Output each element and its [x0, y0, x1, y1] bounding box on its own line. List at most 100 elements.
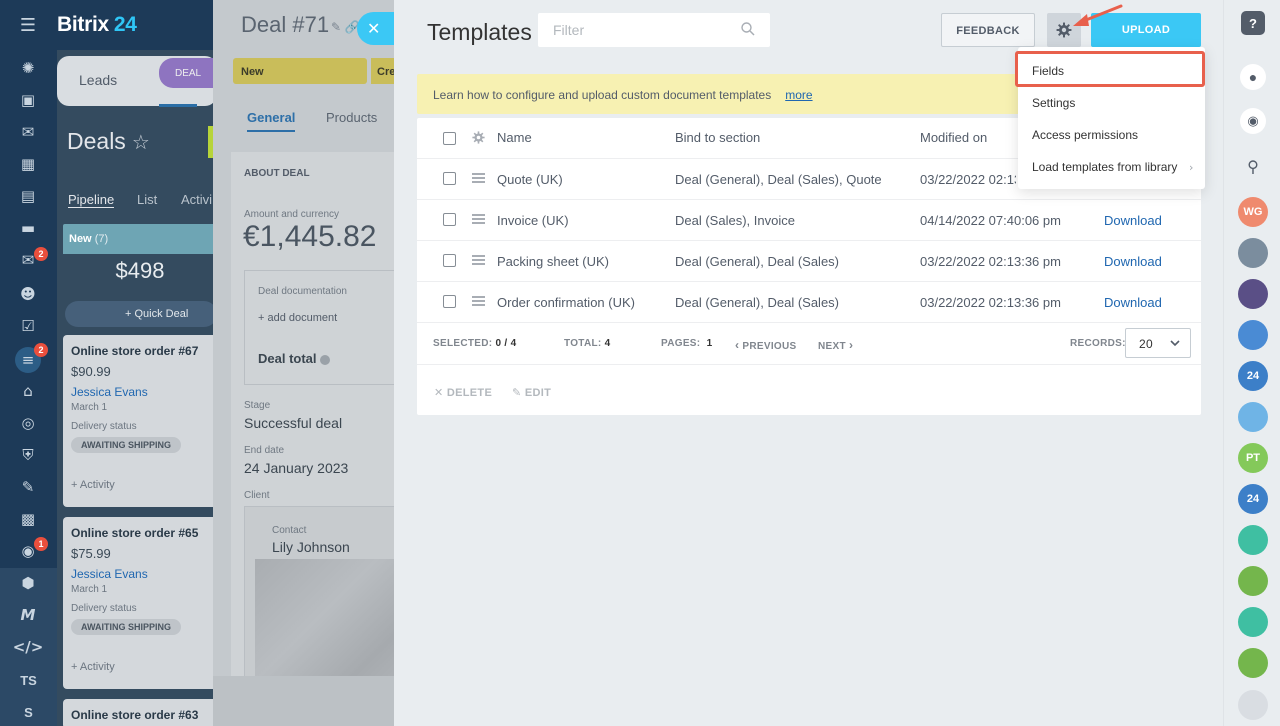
avatar[interactable] — [1238, 525, 1268, 555]
help-icon[interactable]: ? — [1241, 11, 1265, 35]
column-settings-icon[interactable] — [472, 131, 485, 144]
nav-documents-icon[interactable]: ▤ — [15, 185, 41, 207]
nav-box-icon[interactable]: ⬢ — [15, 572, 41, 594]
card-title[interactable]: Online store order #67 — [71, 344, 217, 358]
avatar[interactable]: PT — [1238, 443, 1268, 473]
deal-card[interactable]: Online store order #65 $75.99 Jessica Ev… — [63, 517, 217, 689]
deal-title: Deal #71 — [241, 12, 330, 37]
nav-code-icon[interactable]: </> — [13, 636, 44, 658]
star-icon[interactable]: ☆ — [132, 132, 150, 154]
menu-item-settings[interactable]: Settings — [1032, 96, 1075, 110]
avatar[interactable] — [1238, 320, 1268, 350]
table-row[interactable]: Invoice (UK) Deal (Sales), Invoice 04/14… — [417, 200, 1201, 241]
nav-calendar-icon[interactable]: ▦ — [15, 153, 41, 175]
row-checkbox[interactable] — [443, 213, 456, 226]
select-all-checkbox[interactable] — [443, 132, 456, 145]
header-name[interactable]: Name — [497, 130, 532, 145]
deal-tab-underline — [159, 104, 197, 107]
edit-button[interactable]: ✎ EDIT — [512, 386, 551, 399]
table-row[interactable]: Packing sheet (UK) Deal (General), Deal … — [417, 241, 1201, 282]
header-bind-section[interactable]: Bind to section — [675, 130, 760, 145]
quick-deal-button[interactable]: + Quick Deal — [65, 301, 217, 327]
row-checkbox[interactable] — [443, 254, 456, 267]
total-count: TOTAL: 4 — [564, 338, 611, 349]
avatar[interactable]: 24 — [1238, 484, 1268, 514]
header-modified[interactable]: Modified on — [920, 130, 987, 145]
avatar-group[interactable] — [1238, 690, 1268, 720]
nav-cart-icon[interactable]: ⛨ — [15, 444, 41, 466]
search-icon[interactable]: ⚲ — [1240, 154, 1266, 180]
stage-new[interactable]: New — [233, 58, 367, 84]
card-add-activity[interactable]: + Activity — [71, 479, 217, 491]
table-row[interactable]: Order confirmation (UK) Deal (General), … — [417, 282, 1201, 323]
row-checkbox[interactable] — [443, 295, 456, 308]
nav-card-icon[interactable]: ▩ — [15, 508, 41, 530]
card-contact[interactable]: Jessica Evans — [71, 567, 217, 581]
avatar[interactable] — [1238, 238, 1268, 268]
nav-market-icon[interactable]: M — [15, 604, 41, 626]
stage-next[interactable]: Cre — [371, 58, 394, 84]
avatar[interactable]: 24 — [1238, 361, 1268, 391]
avatar[interactable] — [1238, 648, 1268, 678]
row-modified: 03/22/2022 02:13:36 pm — [920, 295, 1061, 310]
delete-button[interactable]: ✕ DELETE — [434, 386, 492, 399]
bell-icon[interactable]: ● — [1240, 64, 1266, 90]
avatar[interactable] — [1238, 607, 1268, 637]
avatar[interactable] — [1238, 566, 1268, 596]
nav-user-s[interactable]: S — [0, 705, 57, 720]
menu-item-load-library[interactable]: Load templates from library — [1032, 160, 1177, 174]
menu-item-fields[interactable]: Fields — [1032, 64, 1064, 78]
filter-input[interactable] — [538, 13, 738, 47]
nav-target-icon[interactable]: ◎ — [15, 412, 41, 434]
deal-card[interactable]: Online store order #63 — [63, 699, 217, 726]
next-page-button[interactable]: NEXT › — [818, 338, 853, 352]
records-select[interactable]: 20 — [1125, 328, 1191, 358]
nav-drive-icon[interactable]: ▬ — [15, 217, 41, 239]
avatar[interactable] — [1238, 279, 1268, 309]
tab-products[interactable]: Products — [326, 110, 377, 125]
search-icon[interactable] — [740, 21, 756, 37]
avatar[interactable]: WG — [1238, 197, 1268, 227]
nav-bank-icon[interactable]: ⌂ — [15, 380, 41, 402]
row-name: Invoice (UK) — [497, 213, 569, 228]
contact-name[interactable]: Lily Johnson — [272, 539, 350, 555]
subtab-pipeline[interactable]: Pipeline — [68, 192, 115, 208]
feedback-button[interactable]: FEEDBACK — [941, 13, 1035, 47]
drag-handle-icon[interactable] — [472, 255, 485, 265]
menu-icon[interactable]: ☰ — [15, 14, 41, 36]
brand-logo[interactable]: Bitrix 24 — [57, 13, 137, 37]
subtab-activities[interactable]: Activi — [181, 192, 212, 207]
nav-contacts-icon[interactable]: ☻ — [15, 283, 41, 305]
avatar[interactable] — [1238, 402, 1268, 432]
drag-handle-icon[interactable] — [472, 173, 485, 183]
nav-tasks-icon[interactable]: ▣ — [15, 89, 41, 111]
next-label: NEXT — [818, 341, 846, 352]
row-download-link[interactable]: Download — [1104, 213, 1162, 228]
row-checkbox[interactable] — [443, 172, 456, 185]
row-download-link[interactable]: Download — [1104, 254, 1162, 269]
previous-page-button[interactable]: ‹ PREVIOUS — [735, 338, 796, 352]
pencil-icon[interactable]: ✎ — [331, 20, 341, 34]
banner-more-link[interactable]: more — [785, 88, 812, 102]
nav-checklist-icon[interactable]: ☑ — [15, 315, 41, 337]
close-icon[interactable]: ✕ — [357, 12, 394, 45]
selected-label: SELECTED: — [433, 338, 493, 349]
subtab-list[interactable]: List — [137, 192, 157, 207]
nav-feed-icon[interactable]: ✺ — [15, 57, 41, 79]
nav-sign-icon[interactable]: ✎ — [15, 476, 41, 498]
card-contact[interactable]: Jessica Evans — [71, 385, 217, 399]
card-title[interactable]: Online store order #63 — [71, 708, 217, 722]
amount-value: €1,445.82 — [243, 220, 377, 253]
drag-handle-icon[interactable] — [472, 296, 485, 306]
card-title[interactable]: Online store order #65 — [71, 526, 217, 540]
drag-handle-icon[interactable] — [472, 214, 485, 224]
nav-user-ts[interactable]: TS — [0, 673, 57, 688]
tab-general[interactable]: General — [247, 110, 295, 125]
chat-search-icon[interactable]: ◉ — [1240, 108, 1266, 134]
card-add-activity[interactable]: + Activity — [71, 661, 217, 673]
deal-tab[interactable]: DEAL — [159, 58, 217, 88]
nav-chat-icon[interactable]: ✉ — [15, 121, 41, 143]
deal-card[interactable]: Online store order #67 $90.99 Jessica Ev… — [63, 335, 217, 507]
menu-item-access-permissions[interactable]: Access permissions — [1032, 128, 1138, 142]
row-download-link[interactable]: Download — [1104, 295, 1162, 310]
